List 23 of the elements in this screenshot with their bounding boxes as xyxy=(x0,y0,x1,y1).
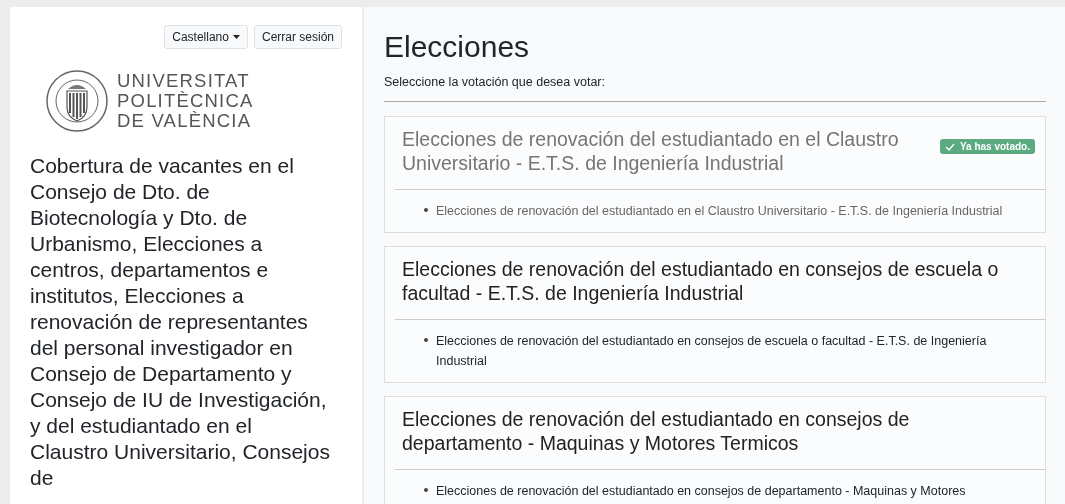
election-title[interactable]: Elecciones de renovación del estudiantado en el Claustro Universitario - E.T.S. de Ingeniería Industrial xyxy=(402,127,924,175)
election-card[interactable] xyxy=(384,246,1046,383)
logout-button[interactable]: Cerrar sesión xyxy=(253,25,342,49)
election-item: Elecciones de renovación del estudiantado en el Claustro Universitario - E.T.S. de Ingeniería Industrial xyxy=(436,203,1003,220)
bullet-icon xyxy=(424,208,428,212)
election-title[interactable]: Elecciones de renovación del estudiantado en consejos de escuela o facultad - E.T.S. de Ingeniería Industrial xyxy=(402,257,1035,305)
election-card[interactable]: Elecciones de renovación del estudiantado en consejos de departamento - Maquinas y Motores Termicos Elecciones de renovación del estudiantado en consejos de departamento - Maquinas y Motores xyxy=(384,396,1046,504)
page-title: Elecciones xyxy=(384,29,531,65)
badge-text: Ya has votado. xyxy=(959,141,1030,152)
bullet-icon xyxy=(424,338,428,342)
bullet-icon xyxy=(424,488,428,492)
election-item: Elecciones de renovación del estudiantado en consejos de departamento - Maquinas y Motores xyxy=(436,483,966,500)
seal-icon xyxy=(45,69,109,133)
language-dropdown[interactable]: Castellano xyxy=(164,25,248,49)
logo-text: UNIVERSITAT xyxy=(117,71,251,91)
logo-text: POLITÈCNICA xyxy=(117,91,254,111)
election-item: Elecciones de renovación del estudiantado en consejos de escuela o facultad - E.T.S. de Ingeniería Industrial xyxy=(436,333,988,370)
check-icon xyxy=(944,142,955,151)
instruction-text: Seleccione la votación que desea votar: xyxy=(384,75,606,89)
election-title[interactable]: Elecciones de renovación del estudiantado en consejos de departamento - Maquinas y Motores Termicos xyxy=(402,407,1035,455)
logo-text: DE VALÈNCIA xyxy=(117,111,253,131)
election-group-title: Cobertura de vacantes en el Consejo de Dto. de Biotecnología y Dto. de Urbanismo, Elecciones a centros, departamentos e institutos, Elecciones a renovación de representantes del personal investigador en Consejo de Departamento y Consejo de IU de Investigación, y del estudiantado en el Claustro Universitario, Consejos de xyxy=(30,153,330,491)
caret-icon xyxy=(232,35,240,39)
